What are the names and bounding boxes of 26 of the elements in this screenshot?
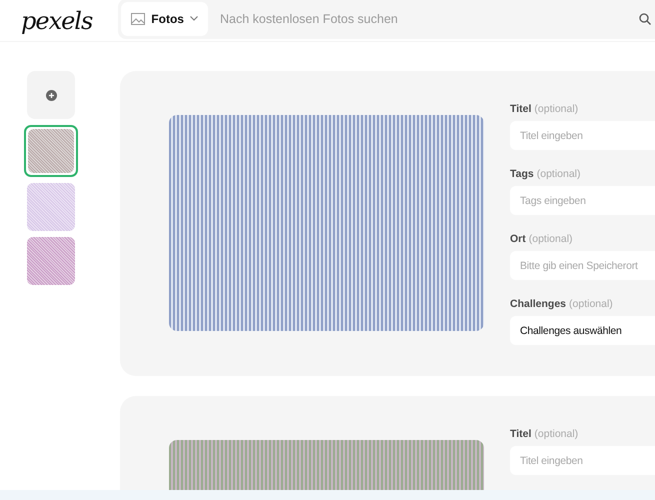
search-bar[interactable]: Fotos Nach kostenlosen Fotos suchen	[118, 0, 655, 38]
input-field[interactable]: Bitte gib einen Speicherort	[510, 251, 655, 280]
media-type-dropdown[interactable]: Fotos	[121, 2, 208, 36]
input-field[interactable]: Titel eingeben	[510, 121, 655, 150]
search-icon[interactable]	[639, 12, 651, 24]
optional-note: (optional)	[536, 167, 581, 181]
logo[interactable]: pexels	[21, 8, 92, 32]
input-field[interactable]: Tags eingeben	[510, 186, 655, 215]
field-label: Titel	[510, 427, 532, 441]
field-label: Tags	[510, 167, 534, 181]
field-label: Challenges	[510, 297, 566, 311]
add-photo-button[interactable]	[27, 71, 75, 119]
field-label: Ort	[510, 232, 526, 246]
select-field[interactable]: Challenges auswählen	[510, 316, 655, 345]
photo-thumbnail[interactable]	[24, 125, 78, 177]
photo-thumbnail[interactable]	[27, 183, 75, 231]
optional-note: (optional)	[569, 297, 613, 311]
photo-thumbnail[interactable]	[27, 237, 75, 285]
chevron-down-icon	[190, 16, 198, 21]
optional-note: (optional)	[528, 232, 573, 246]
optional-note: (optional)	[534, 102, 578, 116]
plus-circle-icon	[46, 90, 56, 100]
input-field[interactable]: Titel eingeben	[510, 446, 655, 475]
optional-note: (optional)	[534, 427, 578, 441]
image-icon	[131, 12, 146, 24]
field-label: Titel	[510, 102, 532, 116]
